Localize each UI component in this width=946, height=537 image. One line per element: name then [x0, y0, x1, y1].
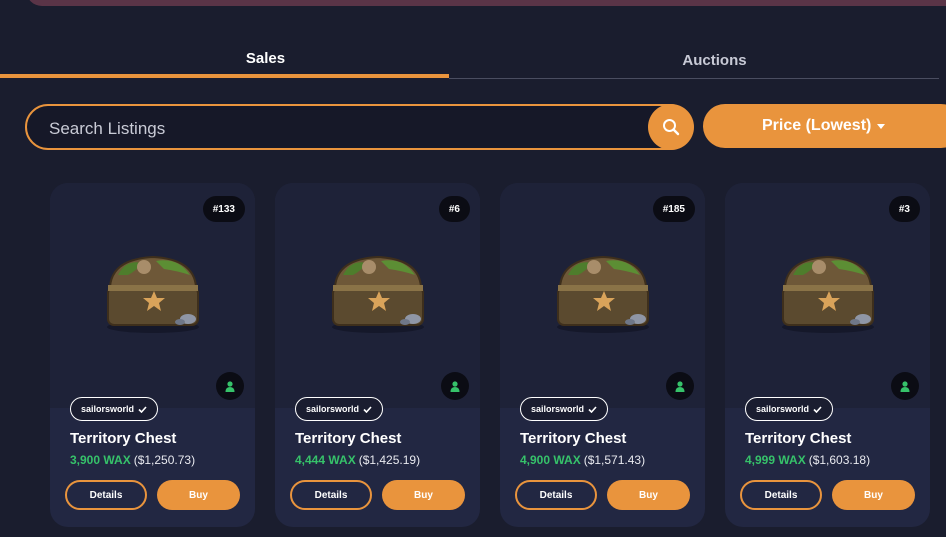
treasure-chest-image [782, 255, 874, 333]
collection-name: sailorsworld [81, 404, 135, 414]
mint-number-badge: #185 [652, 196, 695, 222]
user-icon [225, 380, 235, 392]
collection-pill[interactable]: sailorsworld [745, 397, 834, 421]
tab-divider [449, 78, 939, 79]
price-wax: 3,900 WAX [70, 453, 131, 467]
card-media: #133 [50, 183, 255, 408]
owner-button[interactable] [216, 372, 244, 400]
buy-button[interactable]: Buy [607, 480, 690, 510]
item-name: Territory Chest [295, 430, 402, 447]
price-usd: ($1,250.73) [133, 453, 196, 467]
buy-button[interactable]: Buy [832, 480, 915, 510]
owner-button[interactable] [891, 372, 919, 400]
item-price: 4,900 WAX ($1,571.43) [520, 453, 645, 467]
price-wax: 4,900 WAX [520, 453, 581, 467]
search-icon [663, 119, 680, 136]
details-button[interactable]: Details [65, 480, 147, 510]
treasure-chest-image [107, 255, 199, 333]
collection-name: sailorsworld [756, 404, 810, 414]
collection-name: sailorsworld [531, 404, 585, 414]
item-name: Territory Chest [520, 430, 627, 447]
listing-card[interactable]: #133 sailorsworld Territory Chest 3,900 … [50, 183, 255, 527]
user-icon [675, 380, 685, 392]
sort-dropdown[interactable]: Price (Lowest) [703, 104, 946, 148]
card-media: #3 [725, 183, 930, 408]
card-media: #185 [500, 183, 705, 408]
caret-down-icon [877, 123, 886, 129]
active-tab-indicator [0, 74, 449, 78]
search-bar [25, 104, 693, 150]
collection-name: sailorsworld [306, 404, 360, 414]
search-input[interactable] [47, 116, 611, 142]
buy-button[interactable]: Buy [157, 480, 240, 510]
user-icon [450, 380, 460, 392]
treasure-chest-image [557, 255, 649, 333]
user-icon [900, 380, 910, 392]
collection-pill[interactable]: sailorsworld [70, 397, 159, 421]
verified-check-icon [363, 405, 372, 413]
card-media: #6 [275, 183, 480, 408]
sort-label: Price (Lowest) [762, 117, 872, 134]
mint-number-badge: #133 [202, 196, 245, 222]
tab-auctions[interactable]: Auctions [490, 40, 939, 80]
treasure-chest-image [332, 255, 424, 333]
price-usd: ($1,425.19) [358, 453, 421, 467]
listing-card[interactable]: #3 sailorsworld Territory Chest 4,999 WA… [725, 183, 930, 527]
verified-check-icon [813, 405, 822, 413]
listing-card[interactable]: #6 sailorsworld Territory Chest 4,444 WA… [275, 183, 480, 527]
item-price: 4,999 WAX ($1,603.18) [745, 453, 870, 467]
item-price: 4,444 WAX ($1,425.19) [295, 453, 420, 467]
mint-number-badge: #6 [438, 196, 470, 222]
details-button[interactable]: Details [740, 480, 822, 510]
owner-button[interactable] [666, 372, 694, 400]
top-banner [26, 0, 946, 6]
details-button[interactable]: Details [290, 480, 372, 510]
search-button[interactable] [648, 104, 694, 150]
price-wax: 4,999 WAX [745, 453, 806, 467]
verified-check-icon [138, 405, 147, 413]
tab-sales[interactable]: Sales [41, 38, 490, 78]
item-name: Territory Chest [745, 430, 852, 447]
price-wax: 4,444 WAX [295, 453, 356, 467]
collection-pill[interactable]: sailorsworld [295, 397, 384, 421]
item-name: Territory Chest [70, 430, 177, 447]
item-price: 3,900 WAX ($1,250.73) [70, 453, 195, 467]
buy-button[interactable]: Buy [382, 480, 465, 510]
details-button[interactable]: Details [515, 480, 597, 510]
collection-pill[interactable]: sailorsworld [520, 397, 609, 421]
price-usd: ($1,571.43) [583, 453, 646, 467]
mint-number-badge: #3 [888, 196, 920, 222]
listing-card[interactable]: #185 sailorsworld Territory Chest 4,900 … [500, 183, 705, 527]
verified-check-icon [588, 405, 597, 413]
price-usd: ($1,603.18) [808, 453, 871, 467]
owner-button[interactable] [441, 372, 469, 400]
